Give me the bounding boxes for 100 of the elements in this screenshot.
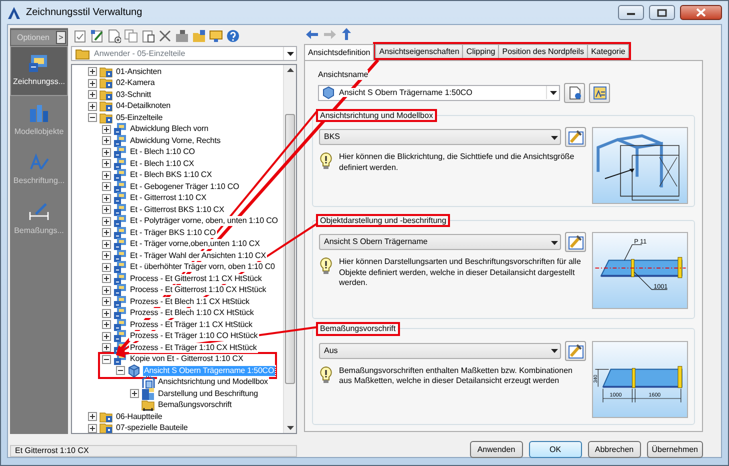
tab[interactable]: Kategorie [587, 44, 630, 58]
minimize-button[interactable] [618, 5, 644, 20]
expand-toggle[interactable]: > [56, 31, 66, 44]
view-name-dropdown[interactable]: Ansicht S Obern Trägername 1:50CO [318, 84, 560, 101]
edit-document-icon[interactable] [90, 28, 104, 42]
tab[interactable]: Ansichtseigenschaften [375, 44, 464, 58]
expand-icon[interactable] [102, 332, 111, 341]
collapse-icon[interactable] [102, 354, 111, 364]
tree-item[interactable]: Et - Träger vorne,oben,unten 1:10 CX [129, 239, 261, 250]
tree-item[interactable]: Process - Et Gitterrost 1:1 CX HtStück [129, 274, 263, 284]
expand-icon[interactable] [102, 286, 111, 295]
expand-icon[interactable] [88, 424, 97, 433]
tree-item[interactable]: 05-Einzelteile [115, 112, 164, 123]
tree-item[interactable]: 06-Hauptteile [115, 412, 164, 422]
tree-item[interactable]: Kopie von Et - Gitterrost 1:10 CX [129, 354, 244, 364]
tree-item[interactable]: 07-spezielle Bauteile [115, 423, 189, 433]
tree-item[interactable]: Abwicklung Blech vorn [129, 124, 210, 134]
expand-icon[interactable] [88, 78, 97, 88]
up-arrow-icon[interactable] [342, 28, 351, 40]
edit-button[interactable] [565, 127, 586, 148]
new-view-button[interactable] [564, 82, 585, 103]
expand-icon[interactable] [102, 308, 111, 318]
folder-dropdown[interactable]: Anwender - 05-Einzelteile [71, 46, 297, 61]
expand-icon[interactable] [102, 124, 111, 134]
sidebar-item[interactable]: Zeichnungss... [10, 46, 68, 96]
tree-item[interactable]: Et - Träger BKS 1:10 CO [129, 228, 217, 238]
expand-icon[interactable] [102, 148, 111, 157]
edit-button[interactable] [565, 232, 586, 252]
tree-item[interactable]: 03-Schnitt [115, 90, 152, 100]
expand-icon[interactable] [102, 297, 111, 306]
expand-icon[interactable] [88, 412, 97, 422]
tree-item[interactable]: Et - überhöhter Träger vorn, oben 1:10 C0 [129, 262, 276, 272]
dialog-button[interactable]: Übernehmen [646, 441, 703, 458]
collapse-icon[interactable] [88, 113, 97, 122]
tree-item[interactable]: Et - Gitterrost 1:10 CX [129, 193, 208, 204]
tree-item[interactable]: Et - Blech BKS 1:10 CX [129, 170, 213, 180]
delete-icon[interactable] [158, 28, 172, 42]
checklist-icon[interactable] [73, 28, 87, 42]
expand-icon[interactable] [102, 159, 111, 168]
tree-item[interactable]: Prozess - Et Träger 1:10 CX HtStück [129, 342, 258, 353]
tree-item[interactable]: Process - Et Gitterrost 1:10 CX HtStück [129, 285, 268, 296]
expand-icon[interactable] [102, 194, 111, 203]
scrollbar[interactable] [283, 65, 296, 433]
tree-item[interactable]: Et - Blech 1:10 CO [129, 147, 196, 158]
tree-item[interactable]: Et - Polyträger vorne, oben, unten 1:10 CO [129, 216, 279, 226]
folder-icon[interactable] [192, 28, 206, 42]
tab[interactable]: Position des Nordpfeils [498, 44, 588, 58]
tree-item[interactable]: Prozess - Et Träger 1:10 CO HtStück [129, 331, 259, 342]
paste-icon[interactable] [141, 28, 155, 42]
expand-icon[interactable] [102, 136, 111, 146]
collapse-icon[interactable] [116, 366, 125, 376]
edit-button[interactable] [565, 340, 586, 361]
tree-item[interactable]: Bemaßungsvorschrift [157, 400, 233, 410]
expand-icon[interactable] [102, 182, 111, 192]
expand-icon[interactable] [102, 262, 111, 272]
expand-icon[interactable] [88, 67, 97, 76]
new-document-icon[interactable] [107, 28, 121, 42]
rename-button[interactable] [589, 82, 610, 103]
expand-icon[interactable] [88, 90, 97, 100]
scroll-down-icon[interactable] [286, 426, 294, 430]
expand-icon[interactable] [102, 240, 111, 249]
close-button[interactable] [680, 5, 722, 20]
edit-icon [568, 129, 584, 146]
tree-item[interactable]: 01-Ansichten [115, 66, 162, 77]
dialog-button[interactable]: OK [528, 441, 582, 458]
expand-icon[interactable] [102, 343, 111, 352]
tree-item[interactable]: Et - Blech 1:10 CX [129, 158, 196, 169]
expand-icon[interactable] [130, 389, 139, 398]
expand-icon[interactable] [102, 320, 111, 330]
back-arrow-icon[interactable] [306, 30, 318, 38]
tree-item[interactable]: Prozess - Et Träger 1:1 CX HtStück [129, 320, 254, 330]
tree-item[interactable]: 02-Kamera [115, 78, 156, 88]
dialog-button[interactable]: Anwenden [470, 441, 523, 458]
tree-item[interactable]: Prozess - Et Blech 1:10 CX HtStück [129, 308, 255, 318]
expand-icon[interactable] [102, 228, 111, 238]
expand-icon[interactable] [102, 216, 111, 226]
tree-item[interactable]: Abwicklung Vorne, Rechts [129, 136, 222, 146]
dialog-button[interactable]: Abbrechen [588, 441, 641, 458]
tab[interactable]: Ansichtsdefinition [304, 44, 374, 60]
tree-item[interactable]: Darstellung und Beschriftung [157, 388, 259, 399]
expand-icon[interactable] [102, 251, 111, 260]
expand-icon[interactable] [102, 170, 111, 180]
help-icon[interactable] [226, 28, 240, 42]
maximize-button[interactable] [649, 5, 675, 20]
screen-icon[interactable] [209, 28, 223, 42]
expand-icon[interactable] [102, 274, 111, 284]
tree-item[interactable]: Prozess - Et Blech 1:1 CX HtStück [129, 296, 250, 307]
tab[interactable]: Clipping [462, 44, 500, 58]
tree-item[interactable]: Et - Gebogener Träger 1:10 CO [129, 182, 240, 192]
tree-item[interactable]: Et - Gitterrost BKS 1:10 CX [129, 204, 226, 215]
scroll-up-icon[interactable] [286, 68, 294, 72]
tree-item[interactable]: Et - Träger Wahl der Ansichten 1:10 CX [129, 250, 267, 261]
expand-icon[interactable] [102, 205, 111, 214]
style-dropdown[interactable]: Aus [319, 342, 561, 359]
tree-item[interactable]: Ansichtsrichtung und Modellbox [157, 377, 269, 388]
style-dropdown[interactable]: BKS [319, 129, 561, 146]
style-dropdown[interactable]: Ansicht S Obern Trägername [319, 234, 561, 250]
scrollbar-thumb[interactable] [285, 114, 295, 384]
expand-icon[interactable] [88, 102, 97, 111]
tree-item[interactable]: 04-Detailknoten [115, 101, 172, 112]
